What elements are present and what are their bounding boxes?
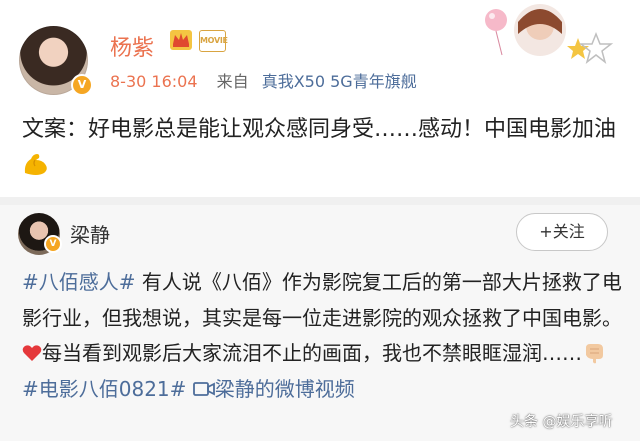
divider xyxy=(0,197,640,205)
hashtag-link[interactable]: #八佰感人# xyxy=(22,270,136,294)
repost-text: #八佰感人# 有人说《八佰》作为影院复工后的第一部大片拯救了电影行业，但我想说，… xyxy=(22,265,622,407)
pointing-down-icon xyxy=(586,344,603,364)
follow-button[interactable]: +关注 xyxy=(516,213,608,251)
post-time: 8-30 16:04 xyxy=(110,72,198,91)
verified-badge-icon: V xyxy=(71,74,93,96)
crown-icon xyxy=(170,30,192,50)
flexed-biceps-icon xyxy=(24,154,47,175)
post-text-body: 文案：好电影总是能让观众感同身受……感动！中国电影加油 xyxy=(22,117,617,142)
verified-badge-icon: V xyxy=(44,235,62,253)
post-header: V 杨紫 MOVIE 8-30 16:04 来自 真我X50 5G青年旗舰 xyxy=(0,0,640,100)
card-decoration-icon xyxy=(485,4,614,64)
post-meta: 8-30 16:04 来自 真我X50 5G青年旗舰 xyxy=(110,68,417,92)
hashtag-link[interactable]: #电影八佰0821# xyxy=(22,377,186,401)
video-link[interactable]: 梁静的微博视频 xyxy=(215,377,355,401)
repost-card[interactable]: V 梁静 +关注 #八佰感人# 有人说《八佰》作为影院复工后的第一部大片拯救了电… xyxy=(0,205,640,441)
watermark: 头条 @娱乐享听 xyxy=(510,414,613,430)
post-username[interactable]: 杨紫 xyxy=(110,30,154,62)
movie-badge-icon: MOVIE xyxy=(199,30,228,52)
repost-username[interactable]: 梁静 xyxy=(70,219,110,248)
heart-icon xyxy=(22,345,42,361)
from-label: 来自 xyxy=(216,72,249,91)
repost-text-part2: 每当看到观影后大家流泪不止的画面，我也不禁眼眶湿润…… xyxy=(42,341,582,365)
post-text: 文案：好电影总是能让观众感同身受……感动！中国电影加油 xyxy=(22,112,622,184)
device-link[interactable]: 真我X50 5G青年旗舰 xyxy=(262,72,417,91)
video-icon xyxy=(192,381,215,396)
